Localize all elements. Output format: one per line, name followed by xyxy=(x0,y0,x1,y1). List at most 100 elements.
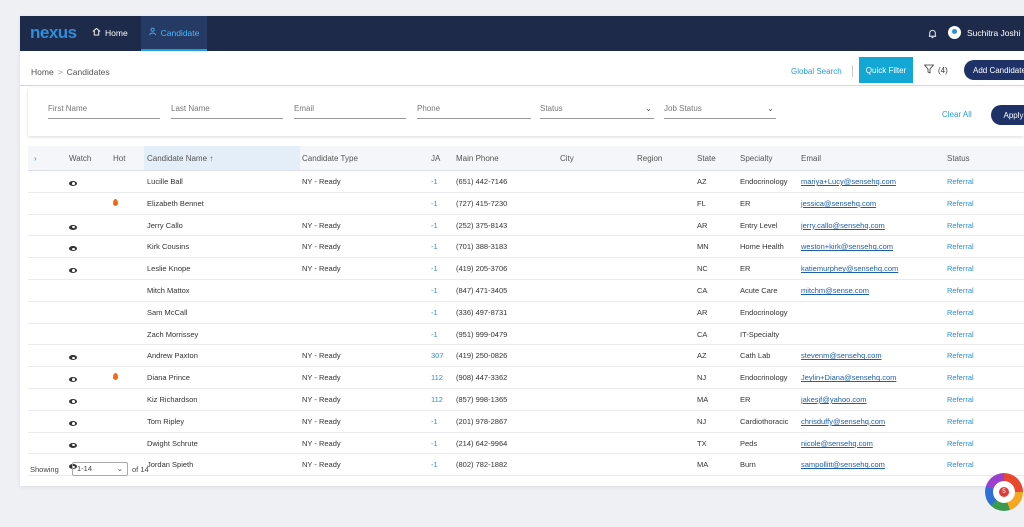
cell-status[interactable]: Referral xyxy=(947,395,974,404)
eye-icon[interactable] xyxy=(69,397,77,406)
cell-status[interactable]: Referral xyxy=(947,177,974,186)
cell-email[interactable]: nicole@sensehq.com xyxy=(801,439,873,448)
total-count: of 14 xyxy=(132,465,149,474)
home-icon xyxy=(92,27,101,38)
table-row[interactable]: Tom Ripley NY - Ready -1 (201) 978-2867 NJ Ca… xyxy=(28,411,1024,433)
cell-state: CA xyxy=(697,329,708,339)
cell-specialty: Endocrinology xyxy=(740,307,788,317)
cell-candidate-name: Dwight Schrute xyxy=(147,438,198,448)
nav-home[interactable]: Home xyxy=(92,27,128,38)
filter-button[interactable]: (4) xyxy=(923,64,948,76)
eye-icon[interactable] xyxy=(69,223,77,232)
cell-candidate-name: Sam McCall xyxy=(147,307,188,317)
cell-status[interactable]: Referral xyxy=(947,439,974,448)
cell-email[interactable]: Jeylin+Diana@sensehq.com xyxy=(801,373,896,382)
add-candidate-button[interactable]: Add Candidate xyxy=(964,60,1024,80)
eye-icon[interactable] xyxy=(69,419,77,428)
nav-candidate[interactable]: Candidate xyxy=(141,16,207,51)
cell-status[interactable]: Referral xyxy=(947,199,974,208)
cell-ja: -1 xyxy=(431,198,438,208)
table-row[interactable]: Leslie Knope NY - Ready -1 (419) 205-3706 NC… xyxy=(28,258,1024,280)
cell-status[interactable]: Referral xyxy=(947,373,974,382)
flame-icon[interactable] xyxy=(113,373,118,382)
col-main-phone[interactable]: Main Phone xyxy=(456,154,499,163)
first-name-field[interactable]: First Name xyxy=(48,104,160,119)
phone-field[interactable]: Phone xyxy=(417,104,531,119)
cell-main-phone: (951) 999-0479 xyxy=(456,329,508,339)
cell-status[interactable]: Referral xyxy=(947,221,974,230)
col-candidate-type[interactable]: Candidate Type xyxy=(302,154,358,163)
last-name-field[interactable]: Last Name xyxy=(171,104,283,119)
cell-candidate-type: NY - Ready xyxy=(302,220,341,230)
clear-all-link[interactable]: Clear All xyxy=(942,110,972,119)
user-menu[interactable]: Suchitra Joshi xyxy=(948,26,1020,39)
eye-icon[interactable] xyxy=(69,353,77,362)
eye-icon[interactable] xyxy=(69,179,77,188)
col-watch[interactable]: Watch xyxy=(69,154,91,163)
eye-icon[interactable] xyxy=(69,266,77,275)
page-range-select[interactable]: 1-14 ⌄ xyxy=(72,462,128,476)
eye-icon[interactable] xyxy=(69,441,77,450)
cell-main-phone: (336) 497-8731 xyxy=(456,307,508,317)
job-status-select[interactable]: Job Status ⌄ xyxy=(664,104,776,119)
cell-status[interactable]: Referral xyxy=(947,330,974,339)
page-toolbar: Home > Candidates Global Search Quick Filt… xyxy=(20,51,1024,86)
table-row[interactable]: Elizabeth Bennet -1 (727) 415-7230 FL ER jess… xyxy=(28,193,1024,215)
cell-email[interactable]: stevenm@sensehq.com xyxy=(801,351,882,360)
col-specialty[interactable]: Specialty xyxy=(740,154,772,163)
col-hot[interactable]: Hot xyxy=(113,154,125,163)
table-row[interactable]: Andrew Paxton NY - Ready 307 (419) 250-0826… xyxy=(28,345,1024,368)
divider xyxy=(852,65,853,77)
cell-status[interactable]: Referral xyxy=(947,308,974,317)
global-search-link[interactable]: Global Search xyxy=(791,67,842,76)
cell-ja: -1 xyxy=(431,416,438,426)
col-city[interactable]: City xyxy=(560,154,574,163)
col-email[interactable]: Email xyxy=(801,154,821,163)
table-row[interactable]: Mitch Mattox -1 (847) 471-3405 CA Acute Care… xyxy=(28,280,1024,302)
col-region[interactable]: Region xyxy=(637,154,662,163)
cell-email[interactable]: mariya+Lucy@sensehq.com xyxy=(801,177,896,186)
table-row[interactable]: Dwight Schrute NY - Ready -1 (214) 642-9964… xyxy=(28,433,1024,455)
quick-filter-button[interactable]: Quick Filter xyxy=(859,57,913,83)
table-row[interactable]: Kiz Richardson NY - Ready 112 (857) 998-136… xyxy=(28,389,1024,411)
cell-status[interactable]: Referral xyxy=(947,286,974,295)
col-candidate-name[interactable]: Candidate Name ↑ xyxy=(147,154,213,163)
apply-button[interactable]: Apply xyxy=(991,105,1024,125)
cell-email[interactable]: jakesjf@yahoo.com xyxy=(801,395,867,404)
cell-main-phone: (908) 447-3362 xyxy=(456,373,508,383)
table-row[interactable]: Lucille Ball NY - Ready -1 (651) 442-7146 AZ… xyxy=(28,171,1024,193)
breadcrumb-home[interactable]: Home xyxy=(31,67,54,77)
bell-icon[interactable] xyxy=(927,28,938,41)
nexus-logo[interactable]: nexus xyxy=(30,23,77,43)
cell-ja: 307 xyxy=(431,351,444,361)
col-status[interactable]: Status xyxy=(947,154,970,163)
cell-email[interactable]: jerry.callo@sensehq.com xyxy=(801,221,885,230)
eye-icon[interactable] xyxy=(69,244,77,253)
cell-email[interactable]: jessica@sensehq.com xyxy=(801,199,876,208)
email-field[interactable]: Email xyxy=(294,104,406,119)
table-row[interactable]: Sam McCall -1 (336) 497-8731 AR Endocrinolog… xyxy=(28,302,1024,324)
cell-main-phone: (419) 250-0826 xyxy=(456,351,508,361)
table-row[interactable]: Jerry Callo NY - Ready -1 (252) 375-8143 AR E… xyxy=(28,215,1024,237)
table-row[interactable]: Kirk Cousins NY - Ready -1 (701) 388-3183 MN… xyxy=(28,236,1024,259)
table-row[interactable]: Zach Morrissey -1 (951) 999-0479 CA IT-Speci… xyxy=(28,324,1024,346)
cell-status[interactable]: Referral xyxy=(947,242,974,251)
expand-icon[interactable]: › xyxy=(34,154,37,163)
cell-status[interactable]: Referral xyxy=(947,351,974,360)
top-nav: nexus Home Candidate Suchitra Joshi xyxy=(20,16,1024,51)
cell-ja: 112 xyxy=(431,373,443,383)
cell-email[interactable]: mitchm@sense.com xyxy=(801,286,869,295)
table-row[interactable]: Diana Prince NY - Ready 112 (908) 447-3362 N… xyxy=(28,367,1024,389)
eye-icon[interactable] xyxy=(69,375,77,384)
cell-status[interactable]: Referral xyxy=(947,264,974,273)
cell-email[interactable]: chrisduffy@sensehq.com xyxy=(801,417,885,426)
help-widget[interactable]: 5 xyxy=(985,473,1023,511)
flame-icon[interactable] xyxy=(113,198,118,208)
cell-email[interactable]: katiemurphey@sensehq.com xyxy=(801,264,898,273)
cell-status[interactable]: Referral xyxy=(947,417,974,426)
cell-candidate-type: NY - Ready xyxy=(302,242,341,252)
col-state[interactable]: State xyxy=(697,154,716,163)
cell-email[interactable]: weston+kirk@sensehq.com xyxy=(801,242,893,251)
status-select[interactable]: Status ⌄ xyxy=(540,104,654,119)
col-ja[interactable]: JA xyxy=(431,154,440,163)
